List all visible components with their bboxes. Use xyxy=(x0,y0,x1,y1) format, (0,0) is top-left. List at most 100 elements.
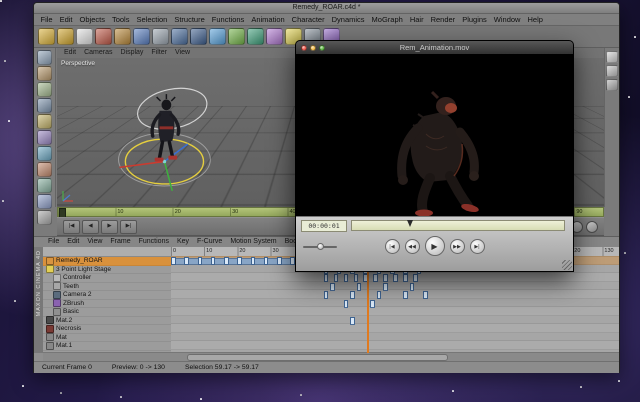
selection-range-status: Selection 59.17 -> 59.17 xyxy=(184,364,259,371)
track-mat-1[interactable]: Mat.1 xyxy=(43,341,171,351)
timeline-menu-frame[interactable]: Frame xyxy=(106,237,134,247)
timeline-menu-motion-system[interactable]: Motion System xyxy=(226,237,280,247)
qt-fast-forward-button[interactable]: ▶▶ xyxy=(449,238,465,254)
goto-start-button[interactable]: |◀ xyxy=(63,219,80,234)
snap-icon[interactable] xyxy=(37,194,52,209)
track-controller[interactable]: Controller xyxy=(43,273,171,283)
add-modeling-icon[interactable] xyxy=(266,28,283,45)
scale-tool-icon[interactable] xyxy=(114,28,131,45)
qt-rewind-button[interactable]: ◀◀ xyxy=(404,238,420,254)
panel-icon[interactable] xyxy=(606,65,618,77)
track-lane-teeth[interactable] xyxy=(171,282,619,291)
quicktime-titlebar[interactable]: Rem_Animation.mov xyxy=(296,41,573,55)
play-button[interactable]: ▶ xyxy=(101,219,118,234)
menu-objects[interactable]: Objects xyxy=(76,15,108,24)
qt-goto-start-button[interactable]: |◀ xyxy=(384,238,400,254)
track-camera-2[interactable]: Camera 2 xyxy=(43,290,171,300)
menu-plugins[interactable]: Plugins xyxy=(459,15,491,24)
viewport-menu-filter[interactable]: Filter xyxy=(147,48,171,58)
lock-icon[interactable] xyxy=(37,210,52,225)
y-axis-handle[interactable] xyxy=(163,161,174,192)
timeline-menu-file[interactable]: File xyxy=(44,237,63,247)
menu-hair[interactable]: Hair xyxy=(406,15,427,24)
menu-functions[interactable]: Functions xyxy=(208,15,248,24)
timeline-menu-functions[interactable]: Functions xyxy=(135,237,173,247)
track-lane-camera-2[interactable] xyxy=(171,290,619,299)
menu-structure[interactable]: Structure xyxy=(171,15,208,24)
move-tool-icon[interactable] xyxy=(95,28,112,45)
live-selection-icon[interactable] xyxy=(76,28,93,45)
scrubber-track[interactable] xyxy=(351,220,565,231)
scrubber-playhead[interactable] xyxy=(407,220,414,227)
rotate-tool-icon[interactable] xyxy=(133,28,150,45)
track-lane-necrosis[interactable] xyxy=(171,324,619,333)
menu-edit[interactable]: Edit xyxy=(56,15,76,24)
track-remedy-roar[interactable]: Remedy_ROAR xyxy=(43,256,171,266)
texture-mode-icon[interactable] xyxy=(37,82,52,97)
undo-icon[interactable] xyxy=(38,28,55,45)
track-mat[interactable]: Mat xyxy=(43,333,171,342)
layout-icon[interactable] xyxy=(606,51,618,63)
track-necrosis[interactable]: Necrosis xyxy=(43,324,171,334)
render-settings-icon[interactable] xyxy=(190,28,207,45)
track-lane-mat-2[interactable] xyxy=(171,316,619,325)
menu-dynamics[interactable]: Dynamics xyxy=(328,15,368,24)
track-lane-mat-1[interactable] xyxy=(171,341,619,350)
menu-animation[interactable]: Animation xyxy=(248,15,288,24)
track-lane-controller[interactable] xyxy=(171,273,619,282)
previous-frame-button[interactable]: ◀ xyxy=(82,219,99,234)
track-mat-2[interactable]: Mat.2 xyxy=(43,316,171,325)
timeline-menu-key[interactable]: Key xyxy=(173,237,193,247)
timeline-menu-edit[interactable]: Edit xyxy=(63,237,83,247)
resize-grip[interactable] xyxy=(562,260,572,270)
timeline-hscroll-thumb[interactable] xyxy=(187,354,449,361)
menu-tools[interactable]: Tools xyxy=(108,15,133,24)
zoom-button[interactable] xyxy=(319,44,325,51)
minimize-button[interactable] xyxy=(310,44,316,51)
track-3-point-light-stage[interactable]: 3 Point Light Stage xyxy=(43,265,171,274)
viewport-menu-view[interactable]: View xyxy=(171,48,194,58)
track-zbrush[interactable]: ZBrush xyxy=(43,299,171,308)
enable-axis-icon[interactable] xyxy=(37,162,52,177)
polygons-mode-icon[interactable] xyxy=(37,146,52,161)
workplane-icon[interactable] xyxy=(37,98,52,113)
close-button[interactable] xyxy=(301,44,307,51)
track-icon xyxy=(53,290,61,299)
menu-character[interactable]: Character xyxy=(288,15,328,24)
timeline-menu-view[interactable]: View xyxy=(83,237,106,247)
track-label: Teeth xyxy=(63,282,79,290)
menu-render[interactable]: Render xyxy=(427,15,459,24)
video-area[interactable] xyxy=(296,54,573,216)
view-toggle-icon[interactable] xyxy=(606,79,618,91)
track-teeth[interactable]: Teeth xyxy=(43,282,171,291)
qt-goto-end-button[interactable]: ▶| xyxy=(469,238,485,254)
goto-end-button[interactable]: ▶| xyxy=(120,219,137,234)
add-cube-icon[interactable] xyxy=(209,28,226,45)
track-basic[interactable]: Basic xyxy=(43,307,171,317)
render-view-icon[interactable] xyxy=(171,28,188,45)
viewport-menu-edit[interactable]: Edit xyxy=(60,48,80,58)
viewport-menu-cameras[interactable]: Cameras xyxy=(80,48,116,58)
model-mode-icon[interactable] xyxy=(37,66,52,81)
convert-object-icon[interactable] xyxy=(37,50,52,65)
menu-mograph[interactable]: MoGraph xyxy=(368,15,406,24)
record-parameter-icon[interactable] xyxy=(586,220,598,233)
menu-selection[interactable]: Selection xyxy=(133,15,171,24)
track-lane-basic[interactable] xyxy=(171,307,619,316)
menu-help[interactable]: Help xyxy=(524,15,546,24)
qt-play-button[interactable]: ▶ xyxy=(424,236,445,256)
menu-file[interactable]: File xyxy=(37,15,56,24)
add-spline-icon[interactable] xyxy=(228,28,245,45)
viewport-solo-icon[interactable] xyxy=(37,178,52,193)
points-mode-icon[interactable] xyxy=(37,114,52,129)
coordinate-system-icon[interactable] xyxy=(152,28,169,45)
edges-mode-icon[interactable] xyxy=(37,130,52,145)
window-titlebar[interactable]: Remedy_ROAR.c4d * xyxy=(34,3,619,14)
redo-icon[interactable] xyxy=(57,28,74,45)
menu-window[interactable]: Window xyxy=(490,15,524,24)
add-nurbs-icon[interactable] xyxy=(247,28,264,45)
viewport-menu-display[interactable]: Display xyxy=(116,48,147,58)
timeline-menu-f-curve[interactable]: F-Curve xyxy=(193,237,226,247)
track-lane-zbrush[interactable] xyxy=(171,299,619,308)
track-lane-mat[interactable] xyxy=(171,333,619,341)
